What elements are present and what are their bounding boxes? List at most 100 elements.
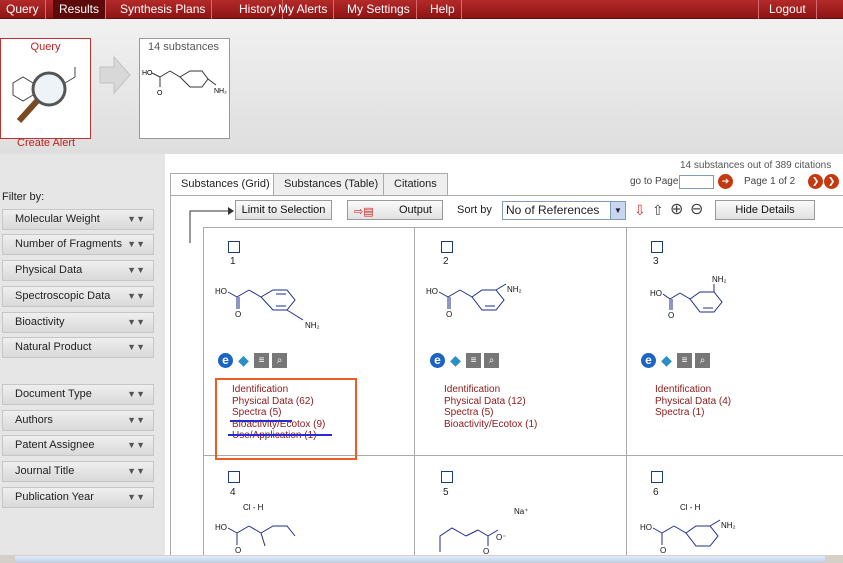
explore-icon[interactable]: e	[641, 353, 656, 368]
select-checkbox-5[interactable]	[441, 471, 453, 483]
list-icon[interactable]: ≡	[677, 353, 692, 368]
create-alert-link[interactable]: Create Alert	[17, 137, 75, 149]
salt-label: Na⁺	[514, 507, 528, 516]
chem-o-minus: O⁻	[496, 533, 506, 542]
chem-o: O	[446, 310, 452, 319]
diamond-icon[interactable]: ◆	[236, 353, 251, 368]
chem-ho: HO	[215, 523, 227, 532]
magnify-icon[interactable]: ⌕	[484, 353, 499, 368]
grid-border	[203, 227, 204, 557]
filter-number-of-fragments[interactable]: Number of Fragments ▼▼	[2, 234, 154, 255]
sort-ascending-icon[interactable]: ⇧	[652, 202, 664, 218]
zoom-out-icon[interactable]: ⊖	[690, 202, 703, 218]
list-icon[interactable]: ≡	[254, 353, 269, 368]
filter-physical-data[interactable]: Physical Data ▼▼	[2, 260, 154, 281]
filter-label: Patent Assignee	[15, 439, 95, 451]
filter-document-type[interactable]: Document Type ▼▼	[2, 384, 154, 405]
nav-query[interactable]: Query	[0, 0, 46, 19]
tab-citations[interactable]: Citations	[383, 173, 448, 195]
link-identification[interactable]: Identification	[444, 384, 537, 396]
structure-5[interactable]: Na⁺ O O⁻	[436, 506, 546, 556]
top-nav: Query Results Synthesis Plans History My…	[0, 0, 843, 19]
select-checkbox-6[interactable]	[651, 471, 663, 483]
sort-descending-icon[interactable]: ⇩	[634, 202, 646, 218]
filter-authors[interactable]: Authors ▼▼	[2, 410, 154, 431]
select-checkbox-2[interactable]	[441, 241, 453, 253]
expand-icon: ▼▼	[127, 342, 145, 352]
nav-my-alerts[interactable]: My Alerts	[272, 0, 335, 19]
filter-journal-title[interactable]: Journal Title ▼▼	[2, 461, 154, 482]
tab-substances-grid[interactable]: Substances (Grid)	[170, 173, 281, 196]
filter-label: Authors	[15, 414, 53, 426]
output-button[interactable]: ⇨▤ Output	[347, 200, 443, 220]
last-page-button[interactable]: ❯	[824, 174, 839, 189]
diamond-icon[interactable]: ◆	[659, 353, 674, 368]
expand-icon: ▼▼	[127, 492, 145, 502]
magnify-icon[interactable]: ⌕	[695, 353, 710, 368]
filter-bioactivity[interactable]: Bioactivity ▼▼	[2, 312, 154, 333]
filter-publication-year[interactable]: Publication Year ▼▼	[2, 487, 154, 508]
select-checkbox-3[interactable]	[651, 241, 663, 253]
limit-to-selection-button[interactable]: Limit to Selection	[235, 200, 332, 220]
sort-by-value: No of References	[506, 203, 600, 217]
link-identification[interactable]: Identification	[655, 384, 731, 396]
scrollbar-thumb[interactable]	[15, 556, 825, 562]
results-status: 14 substances out of 389 citations	[680, 160, 832, 171]
zoom-in-icon[interactable]: ⊕	[670, 202, 683, 218]
explore-icon[interactable]: e	[430, 353, 445, 368]
link-spectra[interactable]: Spectra (5)	[444, 407, 537, 419]
expand-icon: ▼▼	[127, 466, 145, 476]
filter-label: Publication Year	[15, 491, 94, 503]
list-icon[interactable]: ≡	[466, 353, 481, 368]
export-icon: ⇨▤	[354, 206, 374, 218]
nav-synthesis-plans[interactable]: Synthesis Plans	[114, 0, 213, 19]
filter-natural-product[interactable]: Natural Product ▼▼	[2, 337, 154, 358]
filter-molecular-weight[interactable]: Molecular Weight ▼▼	[2, 209, 154, 230]
goto-page-input[interactable]	[679, 175, 714, 189]
horizontal-scrollbar[interactable]	[0, 555, 843, 563]
logout-link[interactable]: Logout	[758, 0, 817, 19]
nav-help[interactable]: Help	[424, 0, 462, 19]
nav-results[interactable]: Results	[53, 0, 107, 19]
chem-nh2: NH₂	[721, 521, 736, 530]
filter-spectroscopic-data[interactable]: Spectroscopic Data ▼▼	[2, 286, 154, 307]
chem-nh2: NH₂	[305, 321, 320, 330]
substances-thumbnail[interactable]: 14 substances HO O NH₂	[139, 38, 230, 139]
structure-4[interactable]: Cl - H HO O	[215, 500, 325, 555]
magnify-icon[interactable]: ⌕	[272, 353, 287, 368]
goto-page-button[interactable]: ➔	[718, 174, 733, 189]
query-thumbnail[interactable]: Query	[0, 38, 91, 139]
nav-my-settings[interactable]: My Settings	[341, 0, 417, 19]
filter-label: Spectroscopic Data	[15, 290, 111, 302]
next-page-button[interactable]: ❯	[808, 174, 823, 189]
chem-o: O	[660, 546, 666, 555]
thumb-ho: HO	[142, 70, 153, 77]
structure-6[interactable]: Cl - H HO O NH₂	[640, 500, 760, 555]
link-spectra[interactable]: Spectra (1)	[655, 407, 731, 419]
link-physical-data[interactable]: Physical Data (12)	[444, 396, 537, 408]
sort-by-select[interactable]: No of References ▼	[502, 201, 626, 220]
expand-icon: ▼▼	[127, 291, 145, 301]
diamond-icon[interactable]: ◆	[448, 353, 463, 368]
filter-patent-assignee[interactable]: Patent Assignee ▼▼	[2, 435, 154, 456]
cell-icon-bar: e ◆ ≡ ⌕	[641, 353, 713, 369]
select-checkbox-1[interactable]	[228, 241, 240, 253]
filter-label: Document Type	[15, 388, 92, 400]
structure-2[interactable]: HO O NH₂	[426, 282, 546, 337]
grid-divider	[414, 227, 415, 557]
explore-icon[interactable]: e	[218, 353, 233, 368]
select-checkbox-4[interactable]	[228, 471, 240, 483]
link-bioactivity[interactable]: Bioactivity/Ecotox (1)	[444, 419, 537, 431]
goto-page-label: go to Page	[630, 176, 679, 187]
structure-3[interactable]: HO O NH₂	[650, 272, 750, 337]
tab-substances-table[interactable]: Substances (Table)	[273, 173, 390, 195]
hide-details-button[interactable]: Hide Details	[715, 200, 815, 220]
structure-1[interactable]: HO O NH₂	[215, 282, 335, 337]
grid-divider	[626, 227, 627, 557]
filter-label: Natural Product	[15, 341, 92, 353]
chem-o: O	[235, 546, 241, 555]
link-physical-data[interactable]: Physical Data (4)	[655, 396, 731, 408]
expand-icon: ▼▼	[127, 389, 145, 399]
filter-title: Filter by:	[2, 191, 45, 203]
thumb-o: O	[157, 90, 163, 97]
